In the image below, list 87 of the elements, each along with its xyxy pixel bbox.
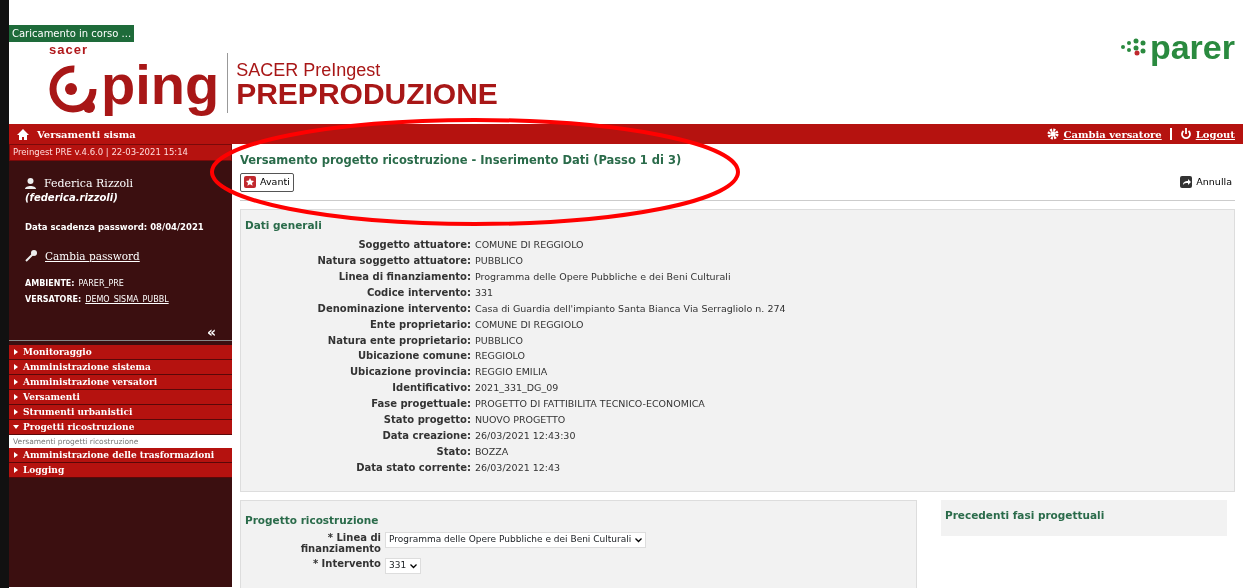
field-value: REGGIO EMILIA [475, 365, 548, 380]
share-arrow-icon [1180, 176, 1193, 189]
menu-item-label: Amministrazione versatori [23, 376, 158, 387]
topbar-link[interactable]: Cambia versatore [1063, 128, 1162, 140]
field-label: Stato progetto: [382, 413, 472, 428]
version-label: Preingest PRE v.4.6.0 | 22-03-2021 15:14 [9, 144, 232, 161]
depositor-link[interactable]: DEMO_SISMA_PUBBL [85, 293, 169, 306]
field-value: BOZZA [475, 444, 509, 459]
menu-item-label: Versamenti [23, 391, 80, 402]
field-label: Ubicazione provincia: [349, 365, 472, 380]
caret-right-icon [13, 408, 19, 415]
menu-item-label: Strumenti urbanistici [23, 406, 133, 417]
field-value: 26/03/2021 12:43:30 [475, 428, 576, 443]
field-label: Soggetto attuatore: [357, 238, 472, 253]
field-label: Linea di finanziamento: [337, 270, 472, 285]
field-label: Natura soggetto attuatore: [316, 254, 472, 269]
menu-item-label: Progetti ricostruzione [23, 421, 135, 432]
field-value: PROGETTO DI FATTIBILITA TECNICO-ECONOMICA [475, 397, 705, 412]
user-icon [25, 177, 36, 189]
menu-item-label: Monitoraggio [23, 346, 92, 357]
star-icon [244, 176, 256, 189]
select-field[interactable]: 331 [385, 558, 422, 574]
info-value: PARER_PRE [78, 277, 124, 290]
chevron-down-icon [410, 563, 418, 569]
field-value: COMUNE DI REGGIOLO [475, 317, 584, 332]
collapse-toggle[interactable]: « [25, 321, 216, 343]
field-value: Casa di Guardia dell'impianto Santa Bianca Via Serragliolo n. 274 [475, 301, 786, 316]
key-icon [25, 249, 37, 262]
username-label: (federica.rizzoli) [25, 190, 119, 205]
caret-down-icon [13, 423, 19, 430]
field-label: Identificativo: [391, 381, 472, 396]
chevron-down-icon [635, 537, 643, 543]
field-label: Natura ente proprietario: [326, 333, 472, 348]
power-icon [1179, 128, 1192, 140]
password-expiry: Data scadenza password: 08/04/2021 [25, 220, 205, 234]
info-label: AMBIENTE: [25, 277, 75, 290]
field-label: * Linea di finanziamento [299, 532, 382, 555]
menu-item[interactable]: Logging [9, 463, 232, 478]
app-title: PREPRODUZIONE [236, 79, 498, 109]
caret-right-icon [13, 378, 19, 385]
section-title: Versamenti sisma [37, 128, 136, 140]
menu-item[interactable]: Amministrazione delle trasformazioni [9, 448, 232, 463]
info-label: VERSATORE: [25, 293, 82, 306]
field-value: 2021_331_DG_09 [475, 381, 559, 396]
field-value: PUBBLICO [475, 333, 523, 348]
topbar-link[interactable]: Logout [1195, 128, 1235, 140]
loading-indicator: Caricamento in corso ... [9, 25, 135, 42]
menu-item-label: Amministrazione sistema [23, 361, 151, 372]
field-label: Denominazione intervento: [316, 301, 472, 316]
app-subtitle: SACER PreIngest [236, 61, 382, 79]
section-title: Dati generali [245, 217, 323, 233]
field-value: COMUNE DI REGGIOLO [475, 238, 584, 253]
next-button[interactable]: Avanti [240, 173, 294, 192]
field-label: Data stato corrente: [355, 460, 472, 475]
field-label: Data creazione: [381, 428, 472, 443]
field-label: Stato: [435, 444, 472, 459]
section-title: Progetto ricostruzione [245, 512, 380, 528]
logo-caption: sacer [49, 42, 89, 57]
caret-right-icon [13, 452, 19, 458]
field-label: Codice intervento: [365, 285, 472, 300]
gear-icon [1047, 128, 1060, 140]
menu-item-label: Logging [23, 465, 65, 475]
menu-item-label: Amministrazione delle trasformazioni [23, 450, 215, 460]
home-icon [17, 128, 29, 140]
field-label: Ubicazione comune: [356, 349, 472, 364]
field-value: 26/03/2021 12:43 [475, 460, 561, 475]
target-logo-icon [49, 65, 97, 113]
field-value: REGGIOLO [475, 349, 526, 364]
caret-right-icon [13, 467, 19, 473]
cancel-button[interactable]: Annulla [1177, 174, 1235, 191]
select-field[interactable]: Programma delle Opere Pubbliche e dei Beni Culturali [385, 532, 647, 548]
caret-right-icon [13, 363, 19, 370]
field-label: Fase progettuale: [370, 397, 472, 412]
menu-item[interactable]: Monitoraggio [9, 344, 232, 360]
field-value: PUBBLICO [475, 254, 523, 269]
caret-right-icon [13, 348, 19, 355]
change-password-link[interactable]: Cambia password [45, 249, 140, 262]
field-value: NUOVO PROGETTO [475, 413, 566, 428]
page-title: Versamento progetto ricostruzione - Inserimento Dati (Passo 1 di 3) [240, 152, 683, 169]
field-value: 331 [475, 285, 494, 300]
user-name: Federica Rizzoli [44, 176, 134, 190]
field-value: Programma delle Opere Pubbliche e dei Beni Culturali [475, 270, 731, 285]
caret-right-icon [13, 393, 19, 400]
partner-logo-text: parer [1149, 30, 1235, 64]
section-title: Precedenti fasi progettuali [945, 507, 1106, 523]
field-label: Ente proprietario: [369, 317, 472, 332]
field-label: * Intervento [311, 558, 382, 570]
